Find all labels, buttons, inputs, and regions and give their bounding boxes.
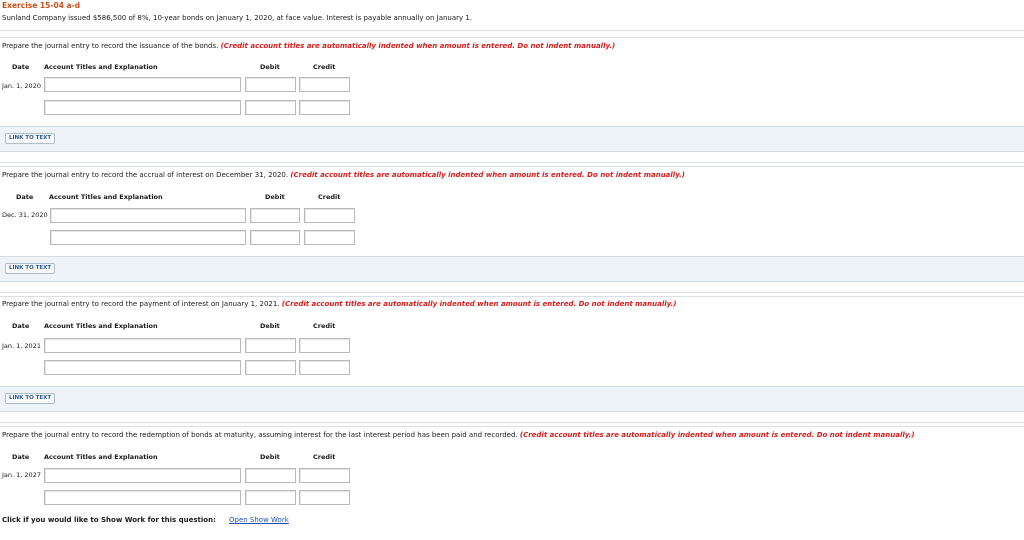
account-header: Account Titles and Explanation bbox=[44, 453, 158, 461]
entry-date: Jan. 1, 2020 bbox=[2, 82, 41, 90]
debit-input[interactable] bbox=[245, 338, 296, 353]
credit-input[interactable] bbox=[299, 100, 350, 115]
link-bar: LINK TO TEXT bbox=[0, 256, 1024, 282]
date-header: Date bbox=[12, 63, 30, 71]
debit-header: Debit bbox=[260, 322, 280, 330]
exercise-title: Exercise 15-04 a-d bbox=[2, 1, 81, 10]
credit-input[interactable] bbox=[299, 338, 350, 353]
date-header: Date bbox=[16, 193, 34, 201]
instruction-text: (Credit account titles are automatically… bbox=[281, 300, 677, 308]
account-title-input[interactable] bbox=[44, 490, 241, 505]
instruction-text: (Credit account titles are automatically… bbox=[519, 431, 915, 439]
divider bbox=[0, 162, 1024, 163]
account-title-input[interactable] bbox=[50, 230, 246, 245]
debit-header: Debit bbox=[260, 453, 280, 461]
account-title-input[interactable] bbox=[44, 100, 241, 115]
account-title-input[interactable] bbox=[44, 338, 241, 353]
account-header: Account Titles and Explanation bbox=[44, 322, 158, 330]
divider bbox=[0, 166, 1024, 167]
debit-input[interactable] bbox=[250, 230, 300, 245]
problem-statement: Sunland Company issued $586,500 of 8%, 1… bbox=[2, 14, 473, 22]
divider bbox=[0, 296, 1024, 297]
debit-header: Debit bbox=[260, 63, 280, 71]
account-header: Account Titles and Explanation bbox=[44, 63, 158, 71]
entry-date: Dec. 31, 2020 bbox=[2, 211, 48, 219]
prompt-text: Prepare the journal entry to record the … bbox=[2, 42, 219, 50]
link-to-text-button[interactable]: LINK TO TEXT bbox=[5, 393, 56, 404]
link-bar: LINK TO TEXT bbox=[0, 126, 1024, 152]
link-bar: LINK TO TEXT bbox=[0, 386, 1024, 412]
credit-input[interactable] bbox=[299, 490, 350, 505]
credit-header: Credit bbox=[313, 322, 336, 330]
debit-input[interactable] bbox=[245, 490, 296, 505]
debit-input[interactable] bbox=[250, 208, 300, 223]
debit-input[interactable] bbox=[245, 77, 296, 92]
credit-header: Credit bbox=[318, 193, 341, 201]
account-header: Account Titles and Explanation bbox=[49, 193, 163, 201]
show-work-label: Click if you would like to Show Work for… bbox=[2, 516, 216, 524]
divider bbox=[0, 30, 1024, 31]
part-b-prompt: Prepare the journal entry to record the … bbox=[2, 171, 685, 179]
credit-header: Credit bbox=[313, 63, 336, 71]
divider bbox=[0, 426, 1024, 427]
credit-header: Credit bbox=[313, 453, 336, 461]
account-title-input[interactable] bbox=[50, 208, 246, 223]
instruction-text: (Credit account titles are automatically… bbox=[290, 171, 685, 179]
debit-input[interactable] bbox=[245, 100, 296, 115]
credit-input[interactable] bbox=[299, 468, 350, 483]
divider bbox=[0, 292, 1024, 293]
prompt-text: Prepare the journal entry to record the … bbox=[2, 300, 280, 308]
link-to-text-button[interactable]: LINK TO TEXT bbox=[5, 133, 56, 144]
account-title-input[interactable] bbox=[44, 360, 241, 375]
link-to-text-button[interactable]: LINK TO TEXT bbox=[5, 263, 56, 274]
prompt-text: Prepare the journal entry to record the … bbox=[2, 431, 518, 439]
credit-input[interactable] bbox=[304, 230, 355, 245]
entry-date: Jan. 1, 2021 bbox=[2, 342, 41, 350]
divider bbox=[0, 37, 1024, 38]
credit-input[interactable] bbox=[299, 360, 350, 375]
date-header: Date bbox=[12, 453, 30, 461]
part-c-prompt: Prepare the journal entry to record the … bbox=[2, 300, 676, 308]
part-d-prompt: Prepare the journal entry to record the … bbox=[2, 431, 915, 439]
debit-header: Debit bbox=[265, 193, 285, 201]
date-header: Date bbox=[12, 322, 30, 330]
credit-input[interactable] bbox=[299, 77, 350, 92]
open-show-work-link[interactable]: Open Show Work bbox=[229, 516, 289, 524]
divider bbox=[0, 422, 1024, 423]
debit-input[interactable] bbox=[245, 468, 296, 483]
prompt-text: Prepare the journal entry to record the … bbox=[2, 171, 289, 179]
credit-input[interactable] bbox=[304, 208, 355, 223]
part-a-prompt: Prepare the journal entry to record the … bbox=[2, 42, 615, 50]
account-title-input[interactable] bbox=[44, 468, 241, 483]
instruction-text: (Credit account titles are automatically… bbox=[220, 42, 616, 50]
debit-input[interactable] bbox=[245, 360, 296, 375]
account-title-input[interactable] bbox=[44, 77, 241, 92]
entry-date: Jan. 1, 2027 bbox=[2, 471, 41, 479]
